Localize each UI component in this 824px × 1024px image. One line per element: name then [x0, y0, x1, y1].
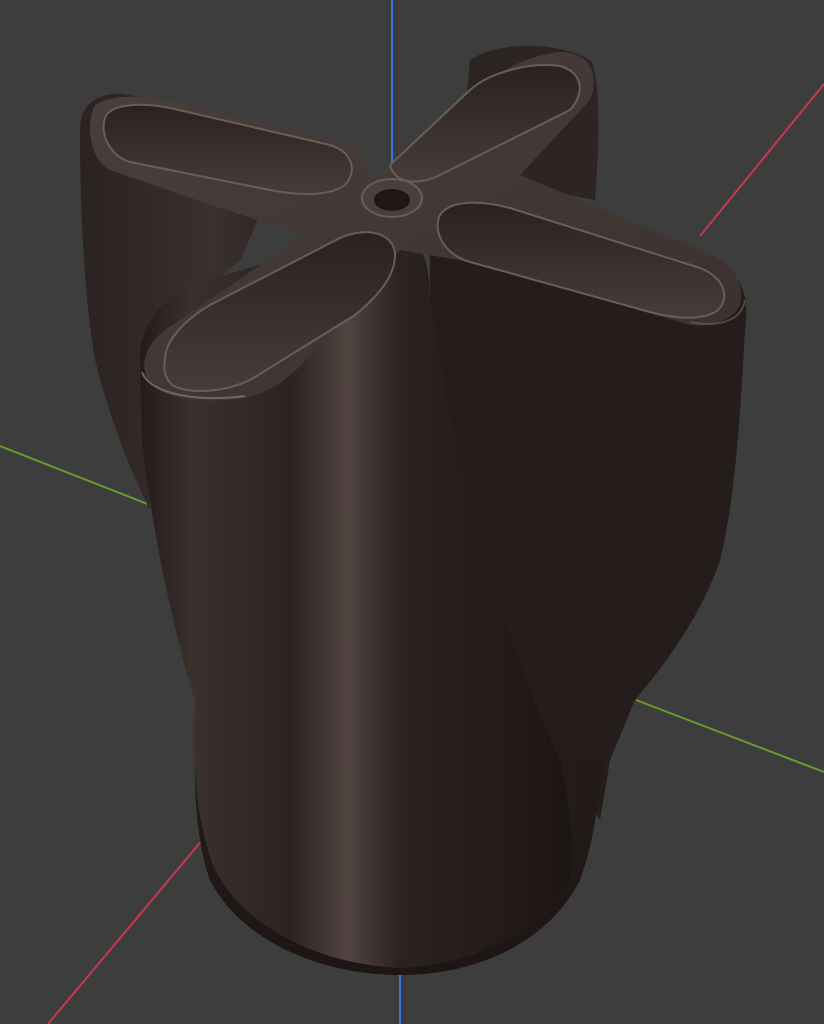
3d-viewport[interactable]	[0, 0, 824, 1024]
center-hole	[374, 189, 410, 211]
viewport-canvas[interactable]	[0, 0, 824, 1024]
